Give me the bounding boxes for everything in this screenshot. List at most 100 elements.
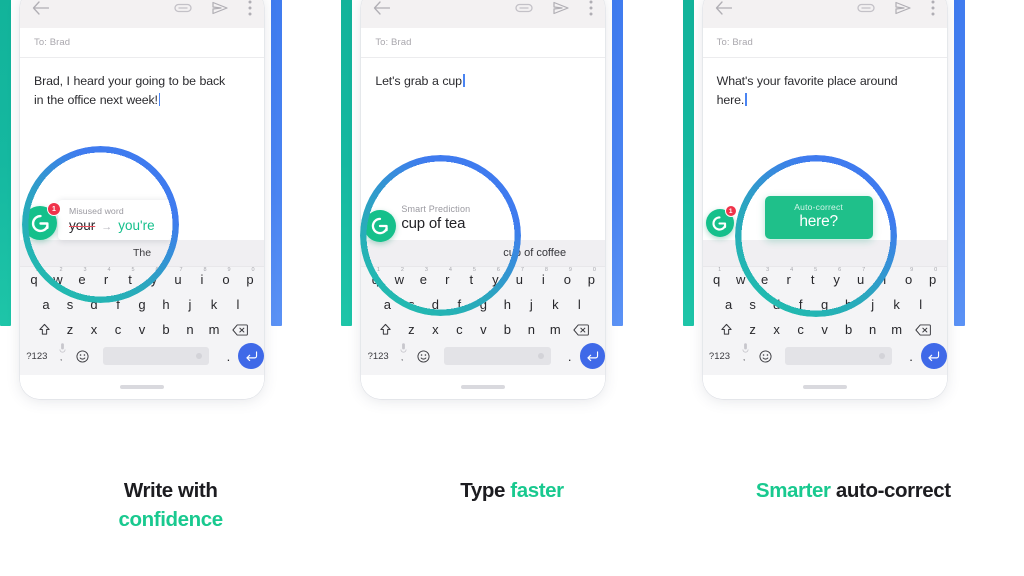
keyboard-row-3[interactable]: z x c v b n m (703, 317, 947, 342)
spacebar[interactable] (785, 347, 893, 365)
key-w[interactable]: 2w (46, 267, 70, 292)
keyboard-row-1[interactable]: 1q 2w 3e 4r 5t 6y 7u 8i 9o 0p (20, 267, 264, 292)
auto-correct-word[interactable]: here? (785, 213, 853, 231)
key-u[interactable]: 7u (166, 267, 190, 292)
suggestion-bar[interactable]: The (20, 240, 264, 267)
key-s[interactable]: s (399, 292, 423, 317)
smiley-face-icon[interactable] (413, 349, 435, 363)
backspace-delete-icon[interactable] (226, 323, 254, 336)
key-q[interactable]: 1q (705, 267, 729, 292)
back-arrow-icon[interactable] (373, 1, 391, 15)
keyboard[interactable]: cup of coffee 1q 2w 3e 4r 5t 6y 7u 8i 9o… (361, 240, 606, 375)
more-vertical-icon[interactable] (248, 0, 252, 16)
enter-return-icon[interactable] (579, 343, 606, 369)
key-d[interactable]: d (765, 292, 789, 317)
key-m[interactable]: m (202, 317, 226, 342)
more-vertical-icon[interactable] (931, 0, 935, 16)
key-comma-mic[interactable]: , (736, 342, 754, 370)
key-z[interactable]: z (399, 317, 423, 342)
key-a[interactable]: a (375, 292, 399, 317)
key-p[interactable]: 0p (921, 267, 945, 292)
key-y[interactable]: 6y (825, 267, 849, 292)
key-l[interactable]: l (567, 292, 591, 317)
key-a[interactable]: a (717, 292, 741, 317)
grammar-suggestion-card[interactable]: Misused word your → you're (58, 200, 172, 240)
keyboard-row-3[interactable]: z x c v b n m (361, 317, 605, 342)
keyboard[interactable]: 1q 2w 3e 4r 5t 6y 7u 8i 9o 0p a s d f g … (702, 240, 947, 375)
key-y[interactable]: 6y (483, 267, 507, 292)
key-e[interactable]: 3e (411, 267, 435, 292)
key-b[interactable]: b (495, 317, 519, 342)
key-x[interactable]: x (423, 317, 447, 342)
key-comma-mic[interactable]: , (54, 342, 72, 370)
key-period[interactable]: . (901, 349, 921, 364)
key-period[interactable]: . (218, 349, 238, 364)
spacebar[interactable] (102, 347, 210, 365)
key-e[interactable]: 3e (70, 267, 94, 292)
key-i[interactable]: 8i (873, 267, 897, 292)
key-t[interactable]: 5t (118, 267, 142, 292)
key-g[interactable]: g (130, 292, 154, 317)
key-r[interactable]: 4r (94, 267, 118, 292)
key-f[interactable]: f (106, 292, 130, 317)
key-y[interactable]: 6y (142, 267, 166, 292)
auto-correct-pill[interactable]: Auto-correct here? (764, 196, 873, 239)
key-k[interactable]: k (202, 292, 226, 317)
grammarly-g-logo[interactable]: 1 (23, 202, 61, 240)
key-q[interactable]: 1q (363, 267, 387, 292)
key-c[interactable]: c (447, 317, 471, 342)
key-l[interactable]: l (226, 292, 250, 317)
key-o[interactable]: 9o (214, 267, 238, 292)
key-symbols[interactable]: ?123 (361, 351, 395, 362)
key-p[interactable]: 0p (238, 267, 262, 292)
suggestion-cup-of-coffee[interactable]: cup of coffee (503, 247, 566, 259)
key-j[interactable]: j (178, 292, 202, 317)
key-b[interactable]: b (154, 317, 178, 342)
keyboard-row-1[interactable]: 1q 2w 3e 4r 5t 6y 7u 8i 9o 0p (703, 267, 947, 292)
key-p[interactable]: 0p (579, 267, 603, 292)
smart-prediction-primary[interactable]: cup of tea (399, 215, 519, 232)
key-symbols[interactable]: ?123 (20, 351, 54, 362)
key-i[interactable]: 8i (531, 267, 555, 292)
key-c[interactable]: c (789, 317, 813, 342)
key-z[interactable]: z (741, 317, 765, 342)
shift-up-arrow-icon[interactable] (713, 323, 741, 336)
key-w[interactable]: 2w (387, 267, 411, 292)
paperclip-icon[interactable] (174, 3, 192, 13)
key-n[interactable]: n (519, 317, 543, 342)
key-m[interactable]: m (543, 317, 567, 342)
more-vertical-icon[interactable] (589, 0, 593, 16)
key-c[interactable]: c (106, 317, 130, 342)
shift-up-arrow-icon[interactable] (371, 323, 399, 336)
smiley-face-icon[interactable] (754, 349, 776, 363)
key-e[interactable]: 3e (753, 267, 777, 292)
keyboard[interactable]: The 1q 2w 3e 4r 5t 6y 7u 8i 9o 0p a s d … (20, 240, 264, 375)
key-x[interactable]: x (82, 317, 106, 342)
key-s[interactable]: s (58, 292, 82, 317)
key-m[interactable]: m (885, 317, 909, 342)
keyboard-row-3[interactable]: z x c v b n m (20, 317, 264, 342)
key-i[interactable]: 8i (190, 267, 214, 292)
key-h[interactable]: h (154, 292, 178, 317)
key-g[interactable]: g (813, 292, 837, 317)
key-o[interactable]: 9o (555, 267, 579, 292)
keyboard-row-2[interactable]: a s d f g h j k l (703, 292, 947, 317)
key-q[interactable]: 1q (22, 267, 46, 292)
key-j[interactable]: j (861, 292, 885, 317)
key-n[interactable]: n (178, 317, 202, 342)
key-x[interactable]: x (765, 317, 789, 342)
backspace-delete-icon[interactable] (909, 323, 937, 336)
suggestion-bar[interactable]: cup of coffee (361, 240, 606, 267)
key-h[interactable]: h (495, 292, 519, 317)
key-symbols[interactable]: ?123 (703, 351, 737, 362)
keyboard-row-4[interactable]: ?123 , . (361, 342, 606, 370)
key-k[interactable]: k (543, 292, 567, 317)
recipient-row[interactable]: To: Brad (361, 28, 606, 58)
suggestion-bar[interactable] (702, 240, 947, 267)
smiley-face-icon[interactable] (72, 349, 94, 363)
grammar-correct-word[interactable]: you're (118, 218, 154, 233)
grammarly-g-logo[interactable]: 1 (705, 205, 737, 237)
spacebar[interactable] (443, 347, 551, 365)
key-h[interactable]: h (837, 292, 861, 317)
key-b[interactable]: b (837, 317, 861, 342)
